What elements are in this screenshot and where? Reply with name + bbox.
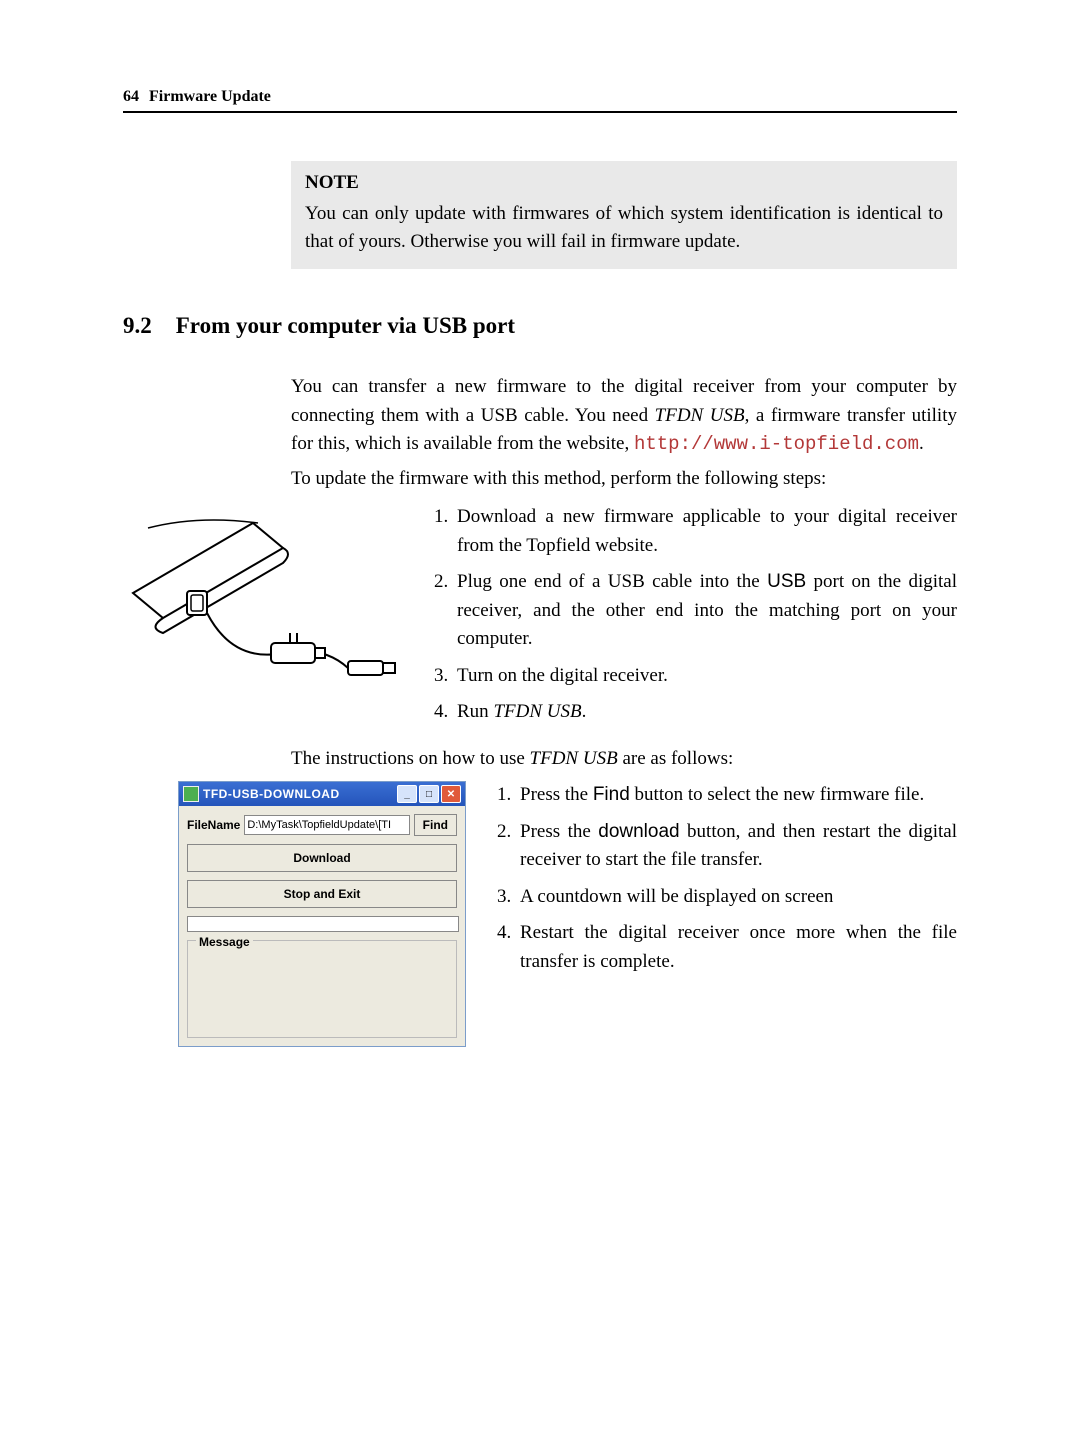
filename-label: FileName [187, 816, 240, 834]
message-box: Message [187, 940, 457, 1038]
section-heading: 9.2 From your computer via USB port [123, 309, 957, 344]
minimize-icon[interactable]: _ [397, 785, 417, 803]
steps-list-a: Download a new firmware applicable to yo… [423, 503, 957, 727]
window-title: TFD-USB-DOWNLOAD [203, 785, 397, 803]
usb-connection-illustration [123, 503, 403, 703]
steps-list-b: Press the Find button to select the new … [486, 781, 957, 976]
step-b-1: Press the Find button to select the new … [516, 781, 957, 810]
progress-bar [187, 916, 459, 932]
section-title: From your computer via USB port [176, 309, 515, 344]
find-button[interactable]: Find [414, 814, 457, 836]
page-header: 64 Firmware Update [123, 85, 957, 113]
filename-input[interactable]: D:\MyTask\TopfieldUpdate\[TI [244, 815, 409, 835]
chapter-title: Firmware Update [149, 85, 271, 109]
step-a-3: Turn on the digital receiver. [453, 662, 957, 691]
close-icon[interactable]: ✕ [441, 785, 461, 803]
titlebar[interactable]: TFD-USB-DOWNLOAD _ □ ✕ [179, 782, 465, 806]
maximize-icon[interactable]: □ [419, 785, 439, 803]
app-icon [183, 786, 199, 802]
stop-exit-button[interactable]: Stop and Exit [187, 880, 457, 908]
section-number: 9.2 [123, 309, 152, 344]
message-label: Message [196, 933, 253, 951]
step-a-2: Plug one end of a USB cable into the USB… [453, 568, 957, 654]
step-b-2: Press the download button, and then rest… [516, 818, 957, 875]
step-b-4: Restart the digital receiver once more w… [516, 919, 957, 976]
paragraph-2: To update the firmware with this method,… [291, 465, 957, 494]
step-a-1: Download a new firmware applicable to yo… [453, 503, 957, 560]
note-title: NOTE [305, 169, 943, 198]
website-url[interactable]: http://www.i-topfield.com [634, 433, 919, 455]
step-a-4: Run TFDN USB. [453, 698, 957, 727]
download-button[interactable]: Download [187, 844, 457, 872]
step-b-3: A countdown will be displayed on screen [516, 883, 957, 912]
paragraph-1: You can transfer a new firmware to the d… [291, 373, 957, 459]
tfd-usb-app-window: TFD-USB-DOWNLOAD _ □ ✕ FileName D:\MyTas… [178, 781, 466, 1047]
note-body: You can only update with firmwares of wh… [305, 200, 943, 257]
utility-name: TFDN USB [655, 405, 745, 426]
note-block: NOTE You can only update with firmwares … [291, 161, 957, 269]
page-number: 64 [123, 85, 139, 109]
paragraph-3: The instructions on how to use TFDN USB … [291, 745, 957, 774]
